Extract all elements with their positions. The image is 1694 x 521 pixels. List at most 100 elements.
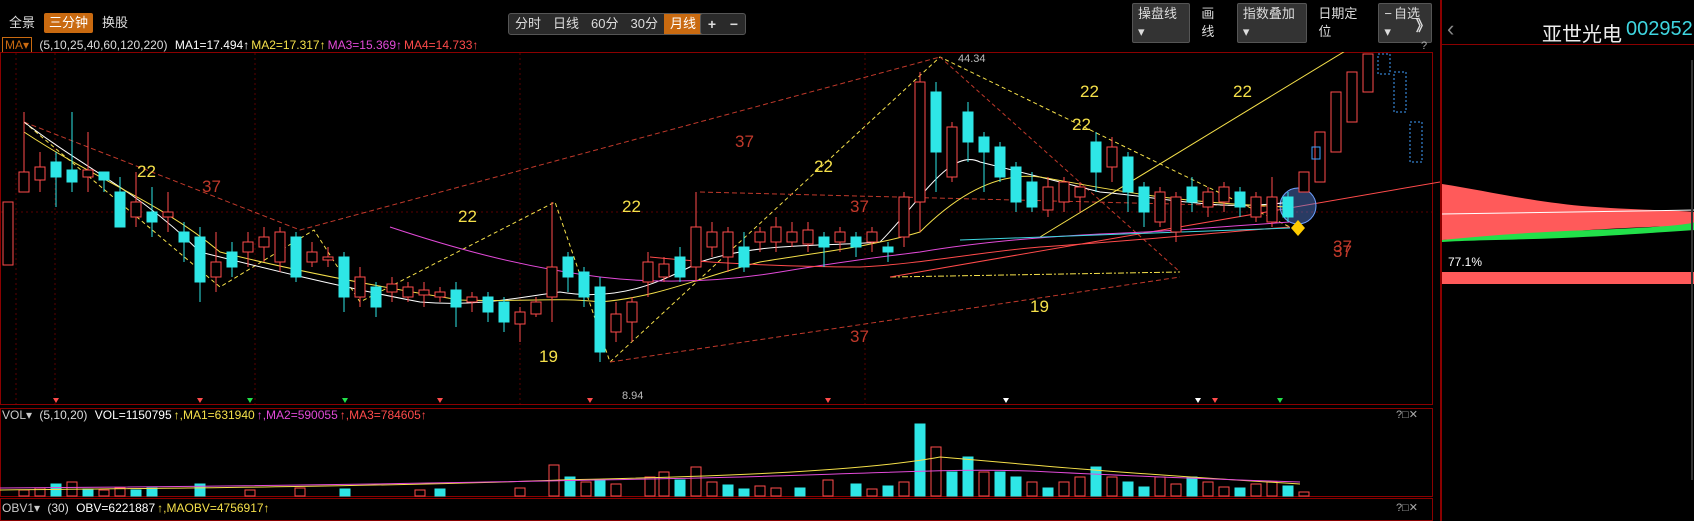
candle-body-29 xyxy=(466,296,478,303)
volume-bars xyxy=(18,423,1310,497)
zoom-out-button[interactable]: − xyxy=(723,14,745,34)
price-panel-frame xyxy=(0,52,1433,405)
volume-bar-51 xyxy=(1154,476,1166,497)
signal-marker-5 xyxy=(587,398,593,403)
candle-body-74 xyxy=(1186,186,1198,203)
candle-body-50 xyxy=(802,229,814,245)
candle-body-79 xyxy=(1266,196,1278,223)
volume-bar-8 xyxy=(146,487,158,497)
high-price-label: 44.34 xyxy=(958,53,986,65)
volume-bar-22 xyxy=(658,471,670,497)
candle-body-32 xyxy=(514,311,526,325)
candle-body-60 xyxy=(962,111,974,143)
candle-body-35 xyxy=(562,256,574,278)
toolbar-left-group: 全景 三分钟 换股 xyxy=(4,12,133,34)
vol-panel-controls[interactable]: ?□✕ xyxy=(1396,408,1418,421)
trend-line-1 xyxy=(23,56,941,231)
candle-body-49 xyxy=(786,231,798,243)
panorama-button[interactable]: 全景 xyxy=(4,13,40,33)
volume-bar-15 xyxy=(514,487,526,497)
trading-line-label: 操盘线 xyxy=(1138,6,1178,21)
candle-body-8 xyxy=(130,201,142,218)
volume-bar-26 xyxy=(722,484,734,497)
signal-marker-2 xyxy=(247,398,253,403)
fib-label-8: 22 xyxy=(1072,115,1091,134)
signal-marker-4 xyxy=(437,398,443,403)
candle-body-38 xyxy=(610,313,622,333)
volume-bar-33 xyxy=(866,488,878,497)
three-minute-button[interactable]: 三分钟 xyxy=(44,13,94,33)
candle-body-41 xyxy=(658,263,670,278)
candle-body-25 xyxy=(402,286,414,298)
vol-indicator-header: VOL▾ (5,10,20) VOL=1150795 ↑,MA1=631940 ↑,… xyxy=(2,408,433,422)
candle-body-12 xyxy=(194,236,206,283)
period-daily-tab[interactable]: 日线 xyxy=(547,14,585,34)
trading-line-dropdown[interactable]: 操盘线 ▾ xyxy=(1132,3,1191,43)
candle-body-62 xyxy=(994,146,1006,178)
vol-values: VOL=1150795 ↑,MA1=631940 ↑,MA2=590055 ↑,MA3… xyxy=(95,408,429,422)
chip-ratio-bar xyxy=(1442,272,1694,284)
candle-body-58 xyxy=(930,91,942,153)
candle-body-23 xyxy=(370,286,382,308)
obv-values: OBV=6221887 ↑,MAOBV=4756917↑ xyxy=(76,501,271,515)
candle-body-33 xyxy=(530,301,542,315)
trend-lines xyxy=(23,52,1440,363)
candle-body-10 xyxy=(162,211,174,218)
candle-body-14 xyxy=(226,251,238,268)
volume-bar-5 xyxy=(98,489,110,497)
candle-body-15 xyxy=(242,241,254,253)
candle-body-67 xyxy=(1074,186,1086,198)
ma-indicator-header: MA▾ (5,10,25,40,60,120,220) MA1=17.494↑ M… xyxy=(2,37,484,53)
toolbar-right-group: 操盘线 ▾ 画线 指数叠加 ▾ 日期定位 − 自选▾ xyxy=(1132,3,1432,43)
candle-body-9 xyxy=(146,211,158,223)
obv-panel-controls[interactable]: ?□✕ xyxy=(1396,501,1418,514)
candle-body-40 xyxy=(642,261,654,283)
help-icon[interactable]: ? xyxy=(1421,40,1427,52)
volume-bar-49 xyxy=(1122,481,1134,497)
zoom-controls: + − xyxy=(700,13,746,35)
volume-bar-60 xyxy=(1298,491,1310,497)
volume-bar-47 xyxy=(1090,466,1102,497)
candle-body-37 xyxy=(594,286,606,353)
volume-bar-52 xyxy=(1170,483,1182,497)
volume-bar-4 xyxy=(82,488,94,497)
switch-stock-button[interactable]: 换股 xyxy=(97,13,133,33)
period-60min-tab[interactable]: 60分 xyxy=(585,14,624,34)
obv-indicator-label: OBV1 xyxy=(2,501,35,515)
candle-body-11 xyxy=(178,231,190,243)
collapse-panel-icon[interactable]: 》 xyxy=(1416,16,1430,36)
bottom-markers xyxy=(53,398,1283,403)
volume-bar-0 xyxy=(18,489,30,497)
volume-bar-58 xyxy=(1266,481,1278,497)
period-intraday-tab[interactable]: 分时 xyxy=(509,14,547,34)
obv-indicator-header: OBV1▾ (30) OBV=6221887 ↑,MAOBV=4756917↑ xyxy=(2,501,276,515)
chart-toolbar: 全景 三分钟 换股 分时 日线 60分 30分 月线 ▾ + − 操盘线 ▾ 画… xyxy=(0,3,1432,43)
volume-bar-54 xyxy=(1202,481,1214,497)
fib-label-14: 37 xyxy=(1333,242,1352,261)
candle-body-77 xyxy=(1234,191,1246,208)
fib-label-6: 19 xyxy=(539,347,558,366)
zoom-in-button[interactable]: + xyxy=(701,14,723,34)
signal-marker-7 xyxy=(1003,398,1009,403)
chip-profit-percent: 77.1% xyxy=(1448,255,1483,269)
date-locate-button[interactable]: 日期定位 xyxy=(1313,4,1372,42)
candle-body-70 xyxy=(1122,156,1134,193)
vol-indicator-selector[interactable]: VOL▾ xyxy=(2,408,32,422)
candle-body-17 xyxy=(274,231,286,263)
volume-bar-50 xyxy=(1138,486,1150,497)
candle-body-68 xyxy=(1090,141,1102,173)
candle-body-75 xyxy=(1202,191,1214,208)
draw-line-button[interactable]: 画线 xyxy=(1196,4,1231,42)
period-30min-tab[interactable]: 30分 xyxy=(625,14,664,34)
obv-indicator-selector[interactable]: OBV1▾ xyxy=(2,501,40,515)
volume-bar-59 xyxy=(1282,485,1294,497)
candle-body-21 xyxy=(338,256,350,298)
candle-body-5 xyxy=(82,169,94,178)
fib-label-1: 37 xyxy=(202,177,221,196)
candle-body-46 xyxy=(738,246,750,268)
vol-value-2: ↑,MA2=590055 xyxy=(256,408,338,422)
period-monthly-tab[interactable]: 月线 xyxy=(663,14,702,34)
signal-marker-6 xyxy=(825,398,831,403)
ma-indicator-selector[interactable]: MA▾ xyxy=(2,37,33,53)
index-overlay-dropdown[interactable]: 指数叠加 ▾ xyxy=(1236,3,1308,43)
